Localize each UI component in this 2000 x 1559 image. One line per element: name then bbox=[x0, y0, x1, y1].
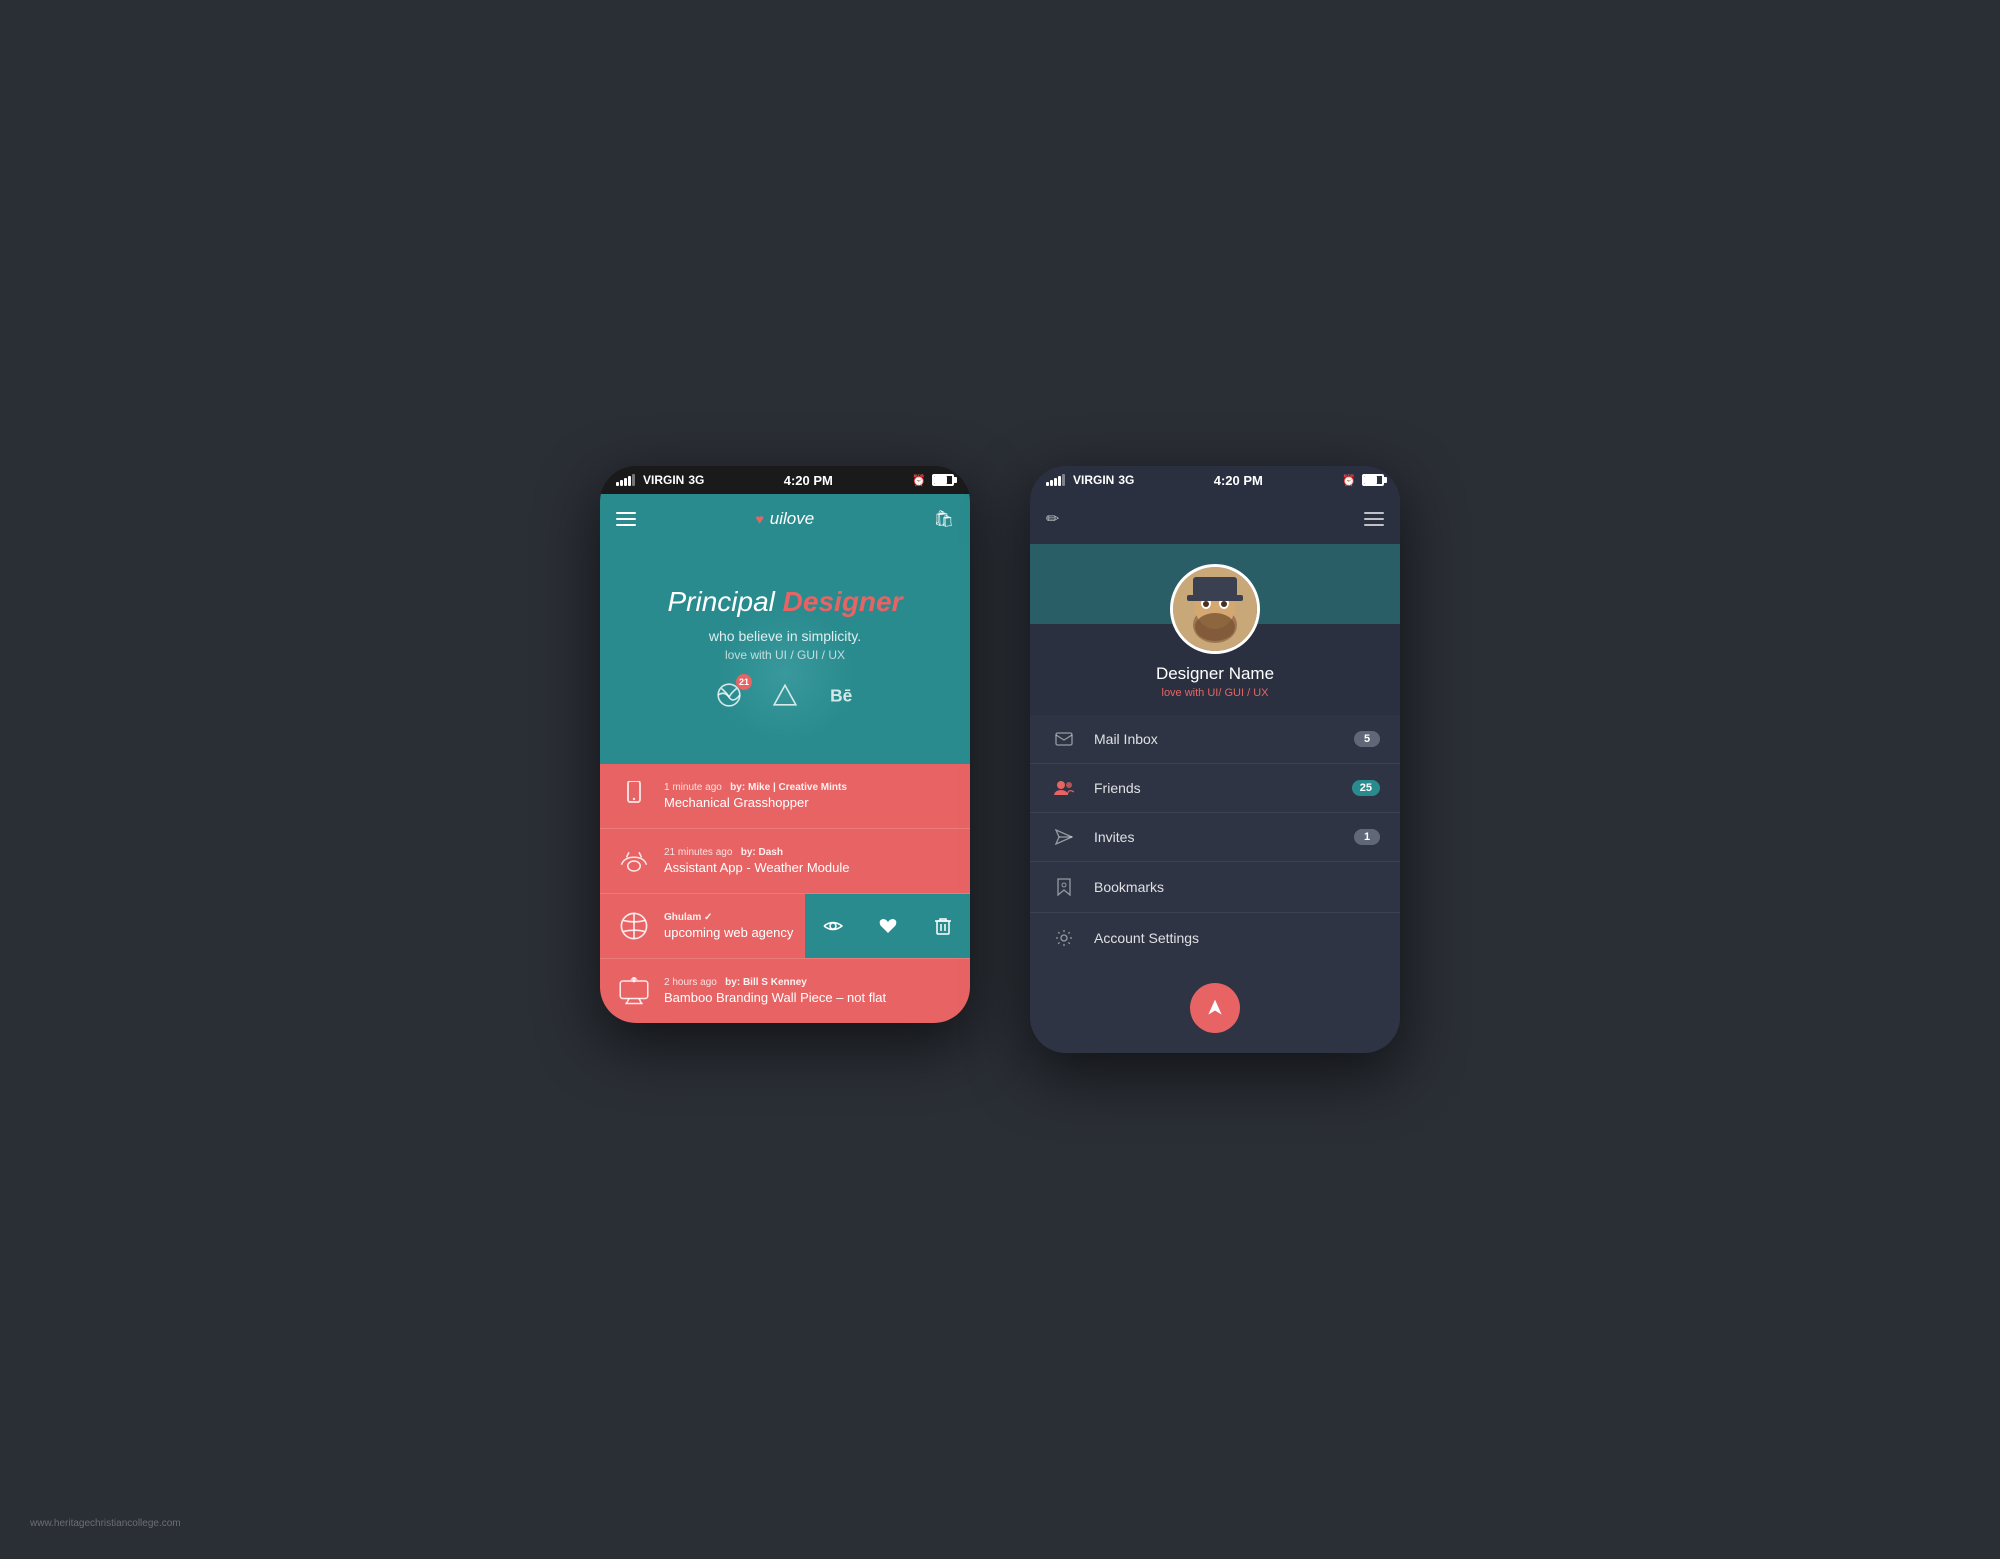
profile-tagline: love with UI/ GUI / UX bbox=[1162, 687, 1269, 699]
nav-bar-2: ✏ bbox=[1030, 494, 1400, 544]
feed-item-3[interactable]: 2 hours ago by: Bill S Kenney Bamboo Bra… bbox=[600, 959, 970, 1023]
phone2: VIRGIN 3G 4:20 PM ⏰ ✏ bbox=[1030, 466, 1400, 1053]
menu-label-bookmarks: Bookmarks bbox=[1094, 879, 1380, 895]
bag-icon[interactable]: 🛍 bbox=[934, 509, 954, 529]
logout-section bbox=[1030, 963, 1400, 1053]
status-left-1: VIRGIN 3G bbox=[616, 473, 704, 487]
menu-badge-friends: 25 bbox=[1352, 780, 1380, 796]
heart-icon: ♥ bbox=[755, 511, 763, 527]
clock-icon: ⏰ bbox=[912, 474, 926, 487]
hero-title-accent: Designer bbox=[783, 586, 903, 617]
menu-badge-invites: 1 bbox=[1354, 829, 1380, 845]
avatar-svg bbox=[1173, 567, 1257, 651]
feed-item-1[interactable]: 21 minutes ago by: Dash Assistant App - … bbox=[600, 829, 970, 894]
feed-title-1: Assistant App - Weather Module bbox=[664, 860, 954, 875]
hero-content: Principal Designer who believe in simpli… bbox=[620, 564, 950, 714]
feed-icon-3 bbox=[616, 973, 652, 1009]
menu-item-mail[interactable]: Mail Inbox 5 bbox=[1030, 715, 1400, 764]
feed-title-0: Mechanical Grasshopper bbox=[664, 795, 954, 810]
dribbble-icon-wrapper[interactable]: 21 bbox=[716, 682, 742, 714]
send-icon bbox=[1050, 829, 1078, 845]
feed-section: 1 minute ago by: Mike | Creative Mints M… bbox=[600, 764, 970, 1023]
carrier-2: VIRGIN bbox=[1073, 473, 1114, 487]
menu-label-settings: Account Settings bbox=[1094, 930, 1380, 946]
menu-item-invites[interactable]: Invites 1 bbox=[1030, 813, 1400, 862]
hamburger-icon-2[interactable] bbox=[1364, 512, 1384, 526]
feed-meta-3: 2 hours ago by: Bill S Kenney bbox=[664, 977, 954, 988]
feed-meta-1: 21 minutes ago by: Dash bbox=[664, 847, 954, 858]
status-left-2: VIRGIN 3G bbox=[1046, 473, 1134, 487]
feed-icon-1 bbox=[616, 843, 652, 879]
time-1: 4:20 PM bbox=[784, 473, 833, 488]
edit-icon[interactable]: ✏ bbox=[1046, 509, 1059, 529]
status-right-2: ⏰ bbox=[1342, 474, 1384, 487]
feed-icon-2 bbox=[616, 908, 652, 944]
menu-label-invites: Invites bbox=[1094, 829, 1354, 845]
clock-icon-2: ⏰ bbox=[1342, 474, 1356, 487]
status-bar-2: VIRGIN 3G 4:20 PM ⏰ bbox=[1030, 466, 1400, 494]
feed-text-1: 21 minutes ago by: Dash Assistant App - … bbox=[664, 847, 954, 875]
phone1: VIRGIN 3G 4:20 PM ⏰ ♥ uilove 🛍 bbox=[600, 466, 970, 1023]
profile-section: Designer Name love with UI/ GUI / UX bbox=[1030, 544, 1400, 715]
network-2: 3G bbox=[1118, 473, 1134, 487]
battery-icon-2 bbox=[1362, 474, 1384, 486]
signal-bars-1 bbox=[616, 474, 635, 486]
feed-item-2[interactable]: Ghulam ✓ upcoming web agency bbox=[600, 894, 970, 959]
feed-meta-0: 1 minute ago by: Mike | Creative Mints bbox=[664, 782, 954, 793]
behance-icon-wrapper[interactable]: Bē bbox=[828, 682, 854, 714]
feed-item-0[interactable]: 1 minute ago by: Mike | Creative Mints M… bbox=[600, 764, 970, 829]
swipe-eye[interactable] bbox=[805, 894, 860, 958]
menu-label-mail: Mail Inbox bbox=[1094, 731, 1354, 747]
nav-bar-1: ♥ uilove 🛍 bbox=[600, 494, 970, 544]
status-right-1: ⏰ bbox=[912, 474, 954, 487]
menu-list: Mail Inbox 5 Friends 25 bbox=[1030, 715, 1400, 963]
feed-icon-0 bbox=[616, 778, 652, 814]
svg-text:Bē: Bē bbox=[830, 686, 853, 706]
behance-icon: Bē bbox=[828, 682, 854, 708]
menu-item-friends[interactable]: Friends 25 bbox=[1030, 764, 1400, 813]
dribbble-badge: 21 bbox=[736, 674, 752, 690]
hero-title: Principal Designer bbox=[620, 584, 950, 620]
avatar bbox=[1170, 564, 1260, 654]
triangle-icon bbox=[772, 682, 798, 708]
hero-title-main: Principal bbox=[668, 586, 775, 617]
hero-icons: 21 Bē bbox=[620, 682, 950, 714]
triangle-icon-wrapper[interactable] bbox=[772, 682, 798, 714]
brand-logo: ♥ uilove bbox=[755, 509, 814, 529]
mail-icon bbox=[1050, 732, 1078, 746]
menu-badge-mail: 5 bbox=[1354, 731, 1380, 747]
settings-icon bbox=[1050, 929, 1078, 947]
carrier-1: VIRGIN bbox=[643, 473, 684, 487]
battery-icon-1 bbox=[932, 474, 954, 486]
signal-bars-2 bbox=[1046, 474, 1065, 486]
menu-item-bookmarks[interactable]: Bookmarks bbox=[1030, 862, 1400, 913]
swipe-trash[interactable] bbox=[915, 894, 970, 958]
swipe-overlay bbox=[805, 894, 970, 958]
menu-item-settings[interactable]: Account Settings bbox=[1030, 913, 1400, 963]
feed-text-0: 1 minute ago by: Mike | Creative Mints M… bbox=[664, 782, 954, 810]
time-2: 4:20 PM bbox=[1214, 473, 1263, 488]
hero-tagline: love with UI / GUI / UX bbox=[620, 648, 950, 662]
bookmark-icon bbox=[1050, 878, 1078, 896]
profile-name: Designer Name bbox=[1156, 664, 1274, 684]
hero-section: Principal Designer who believe in simpli… bbox=[600, 544, 970, 764]
brand-name: uilove bbox=[770, 509, 814, 529]
friends-icon bbox=[1050, 780, 1078, 796]
watermark: www.heritagechristiancollege.com bbox=[30, 1518, 181, 1529]
network-1: 3G bbox=[688, 473, 704, 487]
status-bar-1: VIRGIN 3G 4:20 PM ⏰ bbox=[600, 466, 970, 494]
menu-label-friends: Friends bbox=[1094, 780, 1352, 796]
swipe-heart[interactable] bbox=[860, 894, 915, 958]
feed-text-3: 2 hours ago by: Bill S Kenney Bamboo Bra… bbox=[664, 977, 954, 1005]
hamburger-icon[interactable] bbox=[616, 512, 636, 526]
logout-button[interactable] bbox=[1190, 983, 1240, 1033]
feed-title-3: Bamboo Branding Wall Piece – not flat bbox=[664, 990, 954, 1005]
phones-container: VIRGIN 3G 4:20 PM ⏰ ♥ uilove 🛍 bbox=[600, 466, 1400, 1053]
hero-subtitle: who believe in simplicity. bbox=[620, 628, 950, 644]
